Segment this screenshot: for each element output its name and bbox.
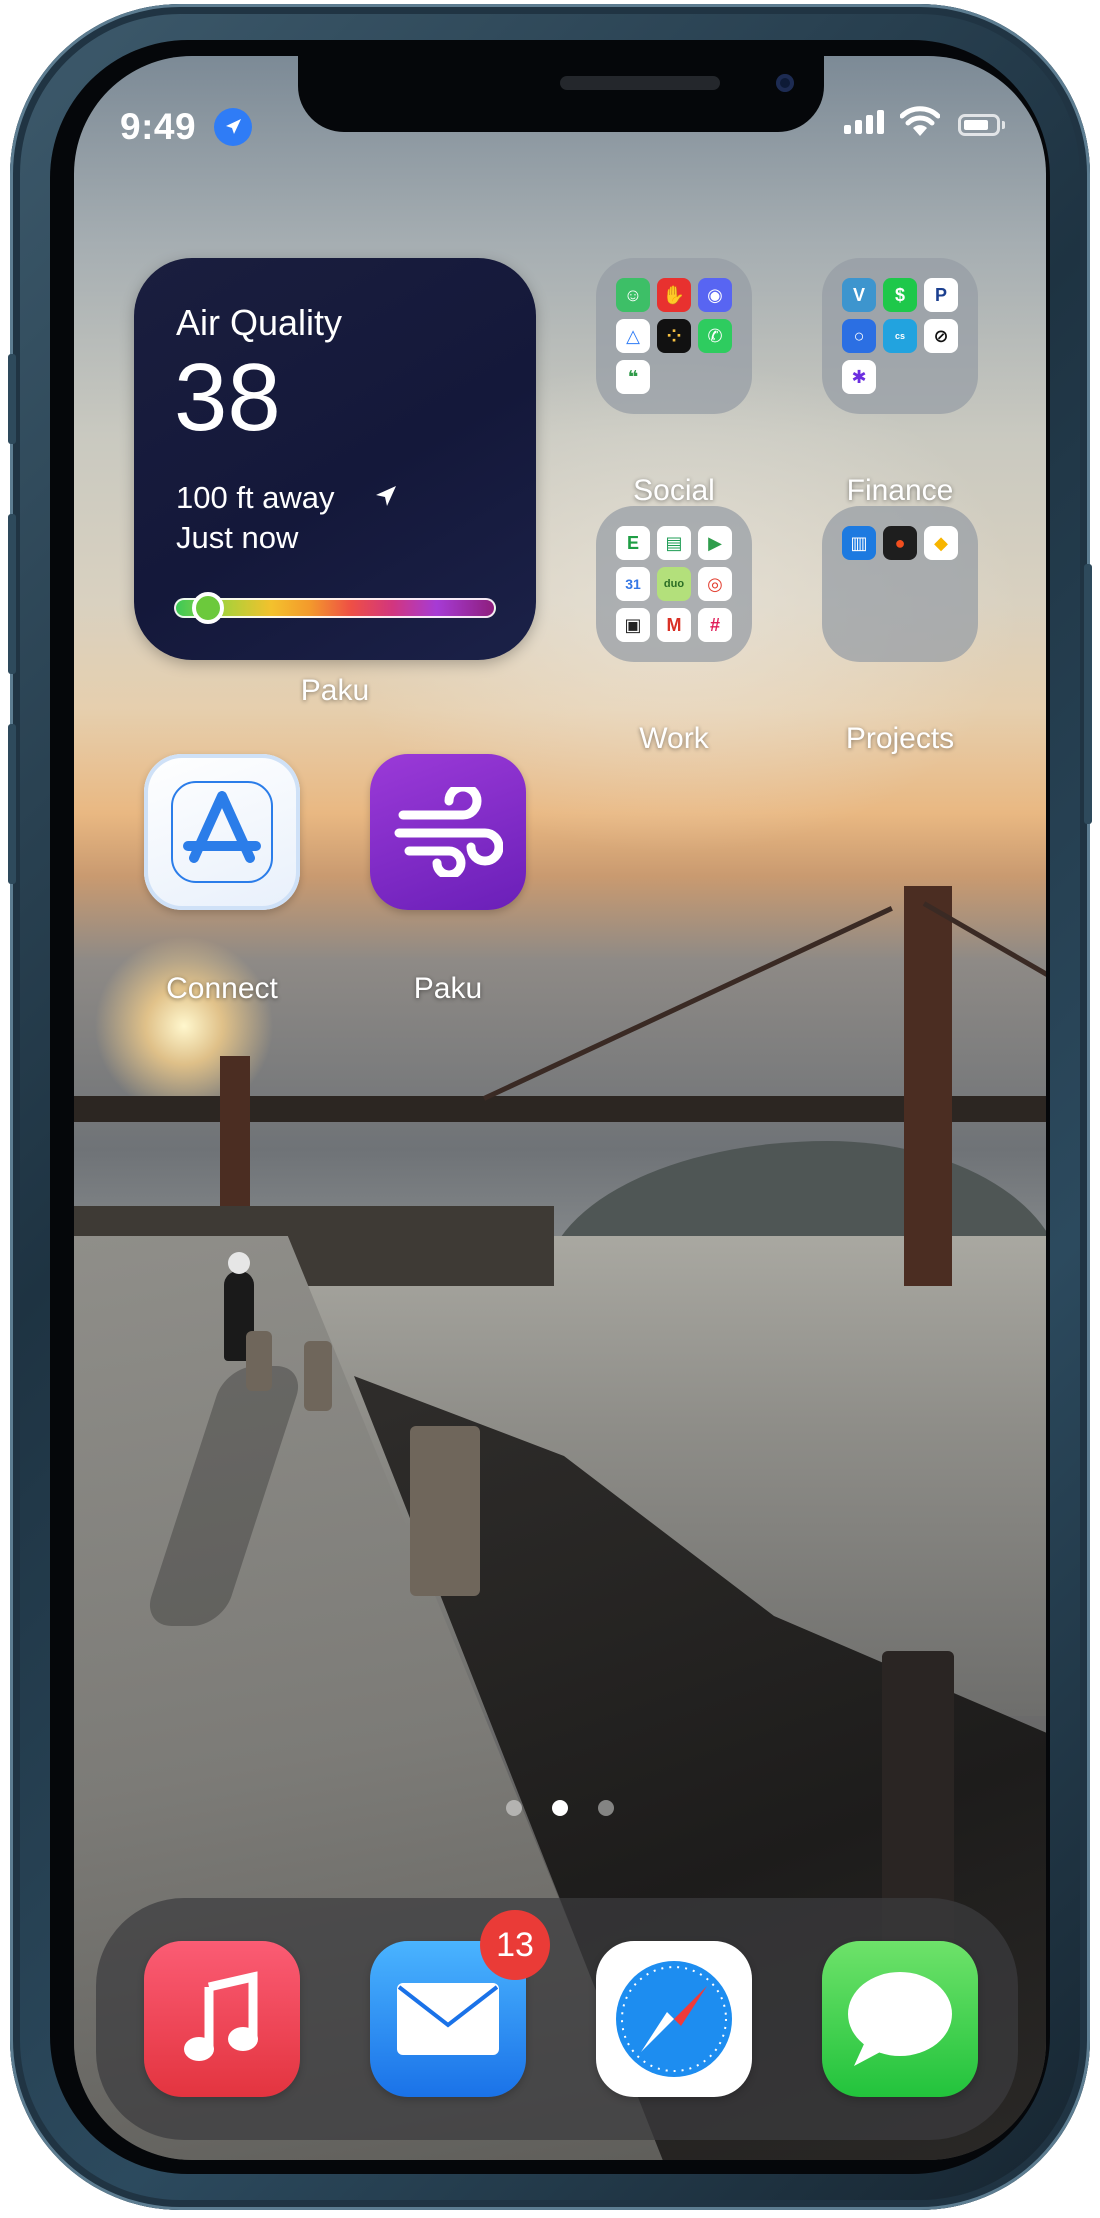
dock-messages-app[interactable] xyxy=(822,1941,978,2097)
figma-icon: ● xyxy=(883,526,917,560)
delta-icon: △ xyxy=(616,319,650,353)
bollard xyxy=(246,1331,272,1391)
sheets-icon: ▤ xyxy=(657,526,691,560)
chrome-icon: ◎ xyxy=(698,567,732,601)
aqi-value: 38 xyxy=(174,344,281,451)
bridge-tower-north xyxy=(904,886,952,1286)
folder-label-finance: Finance xyxy=(846,474,954,507)
calendar-icon: 31 xyxy=(616,567,650,601)
widget-label: Paku xyxy=(300,674,370,707)
widget-title: Air Quality xyxy=(176,302,343,343)
app-connect[interactable] xyxy=(144,754,300,910)
phone-frame: 9:49 Air Quality 38 100 ft away Just now… xyxy=(8,4,1092,2210)
chat-app-icon: ☺ xyxy=(616,278,650,312)
page-indicator[interactable] xyxy=(506,1800,614,1820)
location-arrow-icon xyxy=(214,108,252,146)
page-dot[interactable] xyxy=(506,1800,522,1816)
venmo-icon: V xyxy=(842,278,876,312)
folder-label-projects: Projects xyxy=(845,722,955,755)
cash-app-icon: $ xyxy=(883,278,917,312)
notch xyxy=(298,56,824,132)
earpiece-speaker xyxy=(560,76,720,90)
slash-app-icon: ⊘ xyxy=(924,319,958,353)
discord-icon: ◉ xyxy=(698,278,732,312)
wind-icon xyxy=(394,787,503,877)
quote-chat-icon: ❝ xyxy=(616,360,650,394)
trello-icon: ▥ xyxy=(842,526,876,560)
volume-up-button xyxy=(8,514,16,674)
square-app-icon: ▣ xyxy=(616,608,650,642)
music-icon xyxy=(184,1971,258,2061)
folder-label-social: Social xyxy=(633,474,715,507)
mail-icon xyxy=(397,1983,499,2055)
app-label-paku: Paku xyxy=(413,972,483,1005)
folder-work[interactable]: E ▤ ▶ 31 duo ◎ ▣ M # xyxy=(596,506,752,662)
messages-icon xyxy=(848,1972,952,2066)
volume-down-button xyxy=(8,724,16,884)
battery-icon xyxy=(958,114,1000,136)
hand-wave-icon: ✋ xyxy=(657,278,691,312)
paypal-icon: P xyxy=(924,278,958,312)
ring-app-icon: ○ xyxy=(842,319,876,353)
app-paku[interactable] xyxy=(370,754,526,910)
power-button xyxy=(1084,564,1092,824)
mail-badge: 13 xyxy=(480,1910,550,1980)
evernote-icon: E xyxy=(616,526,650,560)
dock-music-app[interactable] xyxy=(144,1941,300,2097)
air-quality-widget[interactable]: Air Quality 38 100 ft away Just now xyxy=(134,258,536,660)
slack-icon: # xyxy=(698,608,732,642)
bridge-tower-south xyxy=(220,1056,250,1206)
whatsapp-icon: ✆ xyxy=(698,319,732,353)
meet-icon: ▶ xyxy=(698,526,732,560)
page-dot[interactable] xyxy=(598,1800,614,1816)
folder-finance[interactable]: V $ P ○ cs ⊘ ✱ xyxy=(822,258,978,414)
app-label-connect: Connect xyxy=(166,972,278,1005)
bollard xyxy=(304,1341,332,1411)
front-camera xyxy=(776,74,794,92)
folder-social[interactable]: ☺ ✋ ◉ △ ⁘ ✆ ❝ xyxy=(596,258,752,414)
status-bar: 9:49 xyxy=(74,56,1046,186)
page-dot-current[interactable] xyxy=(552,1800,568,1816)
wifi-icon xyxy=(899,106,941,143)
dock: 13 xyxy=(96,1898,1018,2140)
safari-icon xyxy=(616,1961,732,2077)
home-screen: 9:49 Air Quality 38 100 ft away Just now… xyxy=(74,56,1046,2160)
bollard xyxy=(410,1426,480,1596)
location-arrow-icon xyxy=(374,484,398,513)
dock-safari-app[interactable] xyxy=(596,1941,752,2097)
duo-icon: duo xyxy=(657,567,691,601)
schwab-icon: cs xyxy=(883,319,917,353)
widget-updated: Just now xyxy=(176,520,299,555)
sketch-icon: ◆ xyxy=(924,526,958,560)
widget-distance: 100 ft away xyxy=(176,480,335,515)
folder-projects[interactable]: ▥ ● ◆ xyxy=(822,506,978,662)
dots-app-icon: ⁘ xyxy=(657,319,691,353)
aqi-scale-bar xyxy=(174,592,496,624)
gmail-icon: M xyxy=(657,608,691,642)
silent-switch xyxy=(8,354,16,444)
asterisk-app-icon: ✱ xyxy=(842,360,876,394)
app-store-connect-icon xyxy=(171,781,273,883)
status-time: 9:49 xyxy=(120,106,197,147)
folder-label-work: Work xyxy=(639,722,709,755)
aqi-indicator xyxy=(191,592,224,624)
